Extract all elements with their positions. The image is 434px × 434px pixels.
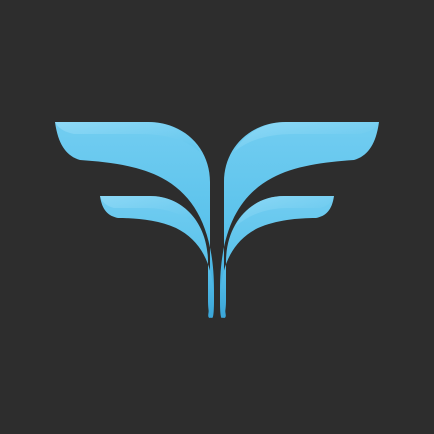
winged-f-logo-icon bbox=[55, 122, 379, 318]
right-lower-wing bbox=[220, 196, 334, 318]
app-icon-canvas bbox=[0, 0, 434, 434]
left-lower-wing bbox=[100, 196, 214, 318]
